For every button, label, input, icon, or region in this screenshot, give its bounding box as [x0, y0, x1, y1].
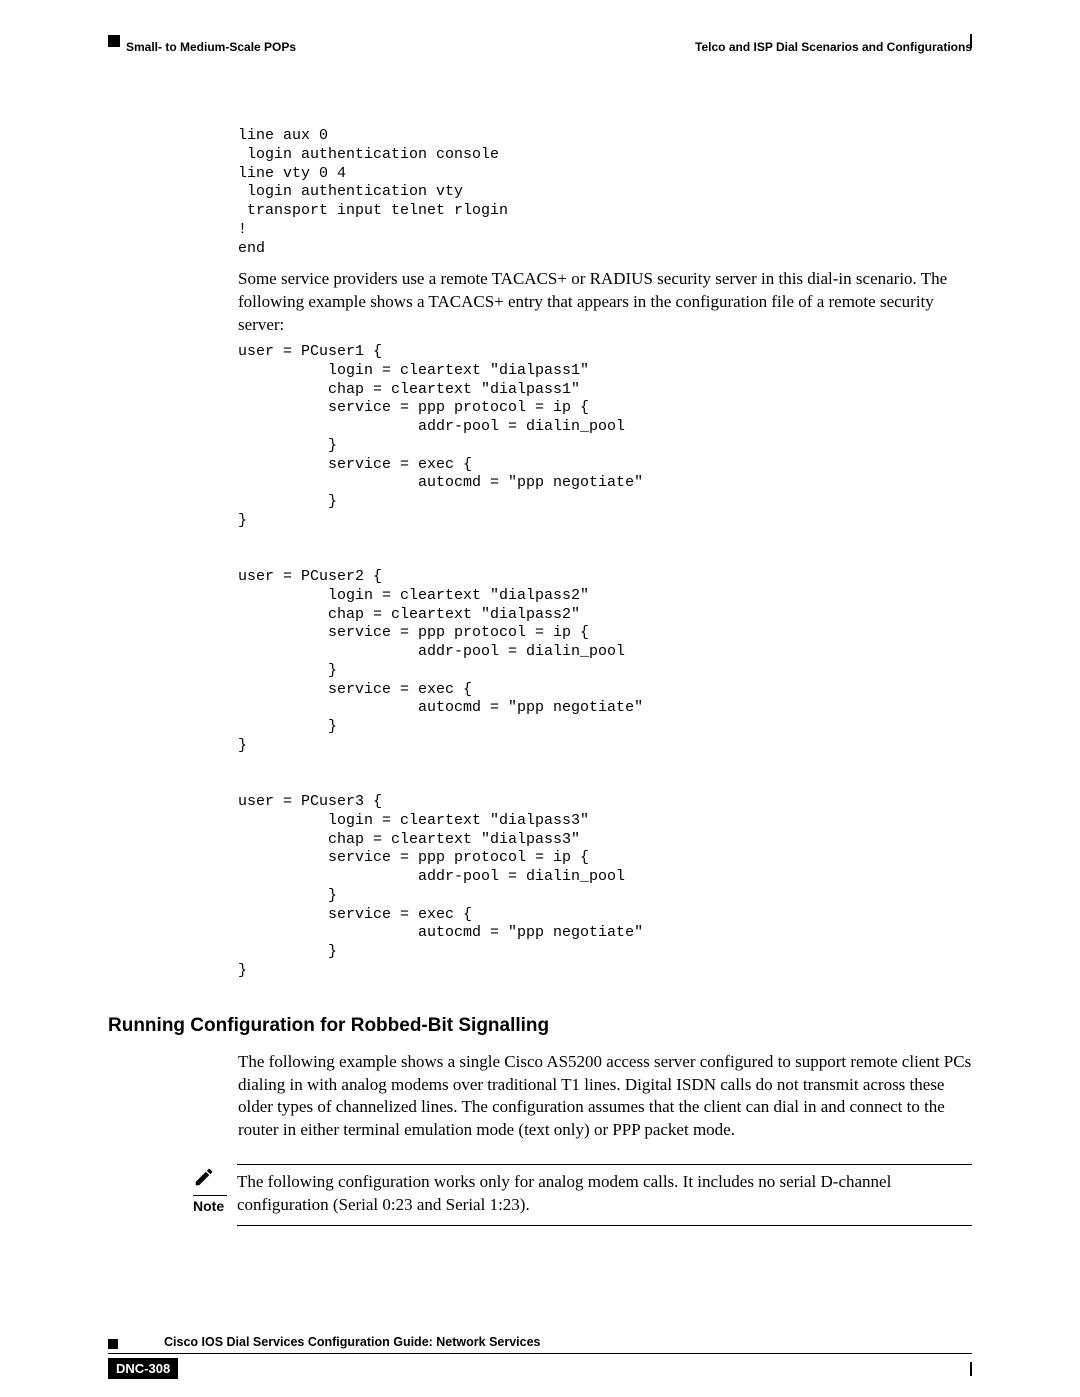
tacacs-user-config-code: user = PCuser1 { login = cleartext "dial…	[238, 343, 972, 981]
page-footer: Cisco IOS Dial Services Configuration Gu…	[108, 1335, 972, 1379]
footer-right-crop-mark	[970, 1362, 972, 1376]
tacacs-intro-paragraph: Some service providers use a remote TACA…	[238, 268, 972, 337]
page-number: DNC-308	[108, 1358, 178, 1379]
chapter-title: Telco and ISP Dial Scenarios and Configu…	[695, 40, 972, 54]
pencil-icon	[193, 1164, 237, 1193]
header-right-crop-mark	[970, 34, 972, 48]
footer-guide-title: Cisco IOS Dial Services Configuration Gu…	[164, 1335, 972, 1349]
robbed-bit-paragraph: The following example shows a single Cis…	[238, 1051, 972, 1143]
note-block: Note The following configuration works o…	[193, 1164, 972, 1226]
config-code-lines: line aux 0 login authentication console …	[238, 127, 972, 258]
section-heading-robbed-bit: Running Configuration for Robbed-Bit Sig…	[108, 1015, 972, 1037]
note-label: Note	[193, 1196, 237, 1214]
note-text: The following configuration works only f…	[237, 1164, 972, 1226]
running-header: Small- to Medium-Scale POPs Telco and IS…	[108, 40, 972, 54]
section-breadcrumb: Small- to Medium-Scale POPs	[108, 40, 296, 54]
